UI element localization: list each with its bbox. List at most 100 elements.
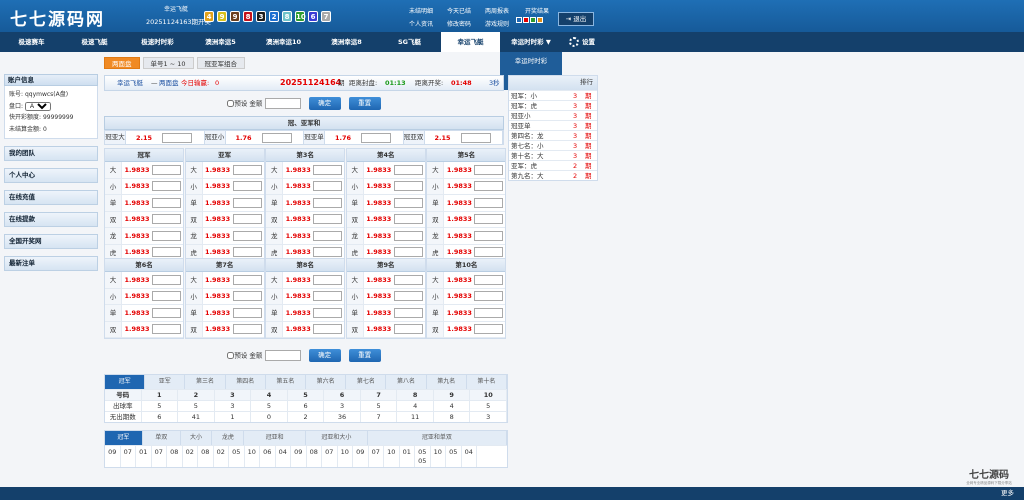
bet-input[interactable]: [474, 197, 504, 208]
bet-input[interactable]: [474, 181, 504, 192]
bet-input[interactable]: [474, 214, 504, 225]
nav-item[interactable]: 幸运时时彩 ▼: [500, 32, 562, 52]
header-link[interactable]: 游戏规则: [478, 19, 516, 28]
bet-input[interactable]: [152, 230, 181, 241]
theme-swatch[interactable]: [516, 17, 522, 23]
sub-tab[interactable]: 两面盘: [104, 57, 140, 69]
confirm-button-bottom[interactable]: 确定: [308, 349, 341, 362]
header-link[interactable]: 两周报表: [478, 6, 516, 15]
bet-input[interactable]: [162, 132, 192, 143]
header-link[interactable]: 修改密码: [440, 19, 478, 28]
bet-input[interactable]: [232, 274, 262, 285]
sidebar-item[interactable]: 我的团队: [4, 146, 98, 161]
bet-input[interactable]: [313, 247, 343, 258]
bet-input[interactable]: [313, 181, 343, 192]
bet-input[interactable]: [232, 197, 262, 208]
sidebar-item[interactable]: 全国开奖网: [4, 234, 98, 249]
bet-input[interactable]: [152, 247, 181, 258]
reset-button-bottom[interactable]: 重置: [348, 349, 381, 362]
stats-tab[interactable]: 第四名: [226, 375, 266, 389]
nav-item[interactable]: 设置: [562, 32, 602, 52]
more-link[interactable]: 更多: [1001, 489, 1014, 497]
nav-item[interactable]: 极速赛车: [0, 32, 63, 52]
bet-input[interactable]: [152, 291, 181, 302]
bet-input[interactable]: [313, 214, 343, 225]
bet-input[interactable]: [152, 197, 181, 208]
bet-input[interactable]: [393, 197, 423, 208]
bet-input[interactable]: [474, 274, 504, 285]
trend-tab[interactable]: 冠亚和大小: [306, 431, 368, 445]
trend-tab[interactable]: 单双: [143, 431, 181, 445]
theme-swatch[interactable]: [530, 17, 536, 23]
nav-item[interactable]: 澳洲幸运8: [315, 32, 378, 52]
nav-item[interactable]: 极速时时彩: [126, 32, 189, 52]
trend-tab[interactable]: 大小: [181, 431, 213, 445]
amount-input[interactable]: [264, 98, 301, 109]
bet-input[interactable]: [232, 307, 262, 318]
bet-input[interactable]: [474, 307, 504, 318]
bet-input[interactable]: [313, 324, 343, 335]
bet-input[interactable]: [474, 291, 504, 302]
confirm-button[interactable]: 确定: [308, 97, 341, 110]
bet-input[interactable]: [232, 291, 262, 302]
stats-tab[interactable]: 亚军: [145, 375, 186, 389]
sidebar-item[interactable]: 个人中心: [4, 168, 98, 183]
bet-input[interactable]: [474, 230, 504, 241]
nav-item[interactable]: 澳洲幸运10: [252, 32, 315, 52]
bet-input[interactable]: [393, 324, 423, 335]
nav-item[interactable]: SG飞艇: [378, 32, 441, 52]
nav-item[interactable]: 幸运飞艇: [441, 32, 500, 52]
stats-tab[interactable]: 第六名: [306, 375, 347, 389]
trend-tab[interactable]: 龙虎: [212, 431, 245, 445]
bet-input[interactable]: [232, 181, 262, 192]
logout-button[interactable]: ⇥ 退出: [558, 12, 594, 26]
pan-select[interactable]: A盘: [24, 101, 51, 111]
bet-input[interactable]: [393, 307, 423, 318]
bet-input[interactable]: [232, 230, 262, 241]
bet-input[interactable]: [232, 164, 262, 175]
sub-tab[interactable]: 冠亚军组合: [196, 57, 245, 69]
bet-input[interactable]: [393, 164, 423, 175]
bet-input[interactable]: [313, 230, 343, 241]
bet-input[interactable]: [261, 132, 292, 143]
stats-tab[interactable]: 第三名: [185, 375, 226, 389]
header-link[interactable]: 开奖结果: [516, 6, 558, 15]
stats-tab[interactable]: 第九名: [427, 375, 467, 389]
bet-input[interactable]: [313, 291, 343, 302]
theme-swatch[interactable]: [523, 17, 529, 23]
reset-button[interactable]: 重置: [348, 97, 381, 110]
trend-tab[interactable]: 冠军: [105, 431, 143, 445]
bet-input[interactable]: [152, 214, 181, 225]
sidebar-item[interactable]: 在线充值: [4, 190, 98, 205]
stats-tab[interactable]: 冠军: [105, 375, 146, 389]
bet-input[interactable]: [361, 132, 391, 143]
bet-input[interactable]: [152, 324, 181, 335]
stats-tab[interactable]: 第五名: [266, 375, 307, 389]
sidebar-item[interactable]: 最新注单: [4, 256, 98, 271]
bet-input[interactable]: [313, 197, 343, 208]
bet-input[interactable]: [313, 164, 343, 175]
bet-input[interactable]: [152, 274, 181, 285]
header-link[interactable]: 个人资讯: [402, 19, 440, 28]
bet-input[interactable]: [393, 181, 423, 192]
bet-input[interactable]: [460, 132, 491, 143]
header-link[interactable]: 今天已结: [440, 6, 478, 15]
bet-input[interactable]: [152, 164, 181, 175]
bet-input[interactable]: [393, 230, 423, 241]
theme-swatch[interactable]: [537, 17, 543, 23]
stats-tab[interactable]: 第八名: [386, 375, 427, 389]
bet-input[interactable]: [313, 274, 343, 285]
bet-input[interactable]: [232, 324, 262, 335]
bet-input[interactable]: [393, 214, 423, 225]
sidebar-item[interactable]: 在线提款: [4, 212, 98, 227]
stats-tab[interactable]: 第十名: [467, 375, 508, 389]
trend-tab[interactable]: 冠亚和单双: [368, 431, 507, 445]
bet-input[interactable]: [393, 247, 423, 258]
bet-input[interactable]: [313, 307, 343, 318]
stats-tab[interactable]: 第七名: [346, 375, 387, 389]
bet-input[interactable]: [393, 291, 423, 302]
bet-input[interactable]: [393, 274, 423, 285]
nav-item[interactable]: 极速飞艇: [63, 32, 126, 52]
amount-input-bottom[interactable]: [264, 350, 301, 361]
bet-input[interactable]: [152, 181, 181, 192]
